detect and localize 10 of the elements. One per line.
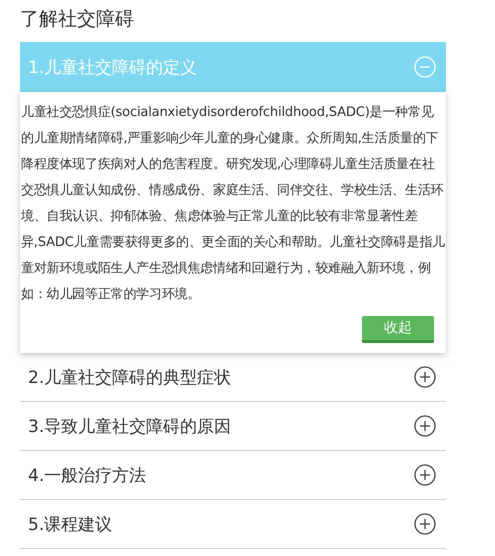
section-row[interactable]: 3.导致儿童社交障碍的原因 <box>20 402 446 451</box>
page-title: 了解社交障碍 <box>19 7 135 32</box>
section-row[interactable]: 2.儿童社交障碍的典型症状 <box>20 353 446 402</box>
section-row[interactable]: 5.课程建议 <box>20 500 446 549</box>
expand-icon[interactable] <box>414 415 436 437</box>
section-text: 儿童社交恐惧症(socialanxietydisorderofchildhood,SADC)是一种常见的儿童期情绪障碍,严重影响少年儿童的身心健康。众所周知,生活质量的下降程度体现了疾病对人的危害程度。研究发现,心理障碍儿童生活质量在社交恐惧儿童认知成份、情感成份、家庭生活、同伴交往、学校生活、生活环境、自我认识、抑郁体验、焦虑体验与正常儿童的比较有非常显著性差异,SADC儿童需要获得更多的、更全面的关心和帮助。儿童社交障碍是指儿童对新环境或陌生人产生恐惧焦虑情绪和回避行为，较难融入新环境，例如：幼儿园等正常的学习环境。 <box>21 104 445 304</box>
section-row[interactable]: 4.一般治疗方法 <box>20 451 446 500</box>
expand-icon[interactable] <box>414 366 436 388</box>
expand-icon[interactable] <box>414 464 436 486</box>
expand-icon[interactable] <box>414 513 436 535</box>
